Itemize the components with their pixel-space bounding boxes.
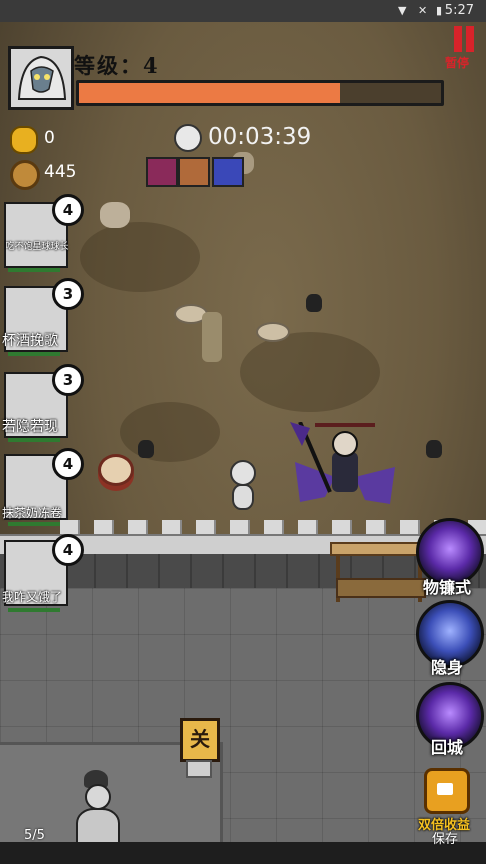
player-avatar[interactable] (8, 46, 74, 110)
clock-icon (174, 124, 202, 152)
claw-skill-icon (146, 157, 178, 187)
return-city-label: 回城 (430, 738, 463, 757)
experience-fill (79, 83, 340, 103)
ally-health-bar (8, 608, 60, 612)
banner-base (186, 760, 212, 778)
save-button[interactable]: 保存 (432, 828, 458, 847)
cat-enemy (426, 440, 442, 458)
monk-npc (72, 770, 122, 842)
ally-name: 抹茶奶冻卷 (2, 506, 63, 520)
dead-tree (202, 312, 222, 362)
cat-enemy (306, 294, 322, 312)
rock-pile (100, 202, 130, 228)
drum-prop (98, 454, 134, 486)
ally-name: 若隐若现 (2, 419, 58, 435)
battery-icon: ▮ (436, 4, 443, 17)
ghost-character-icon (17, 55, 67, 100)
bottom-bar (0, 842, 486, 864)
gold-ingot-icon (10, 126, 38, 154)
ground-patch (240, 332, 380, 412)
copper-coin-icon (10, 160, 40, 190)
wifi-icon: ▼ (398, 4, 407, 17)
pause-icon (454, 26, 462, 52)
pause-icon-bar (466, 26, 474, 52)
ally-level-badge: 4 (52, 194, 84, 226)
city-gate-banner: 关 (180, 718, 220, 762)
gold-value: 0 (44, 128, 55, 148)
ground-patch (120, 402, 220, 462)
lightning-skill-icon (212, 157, 244, 187)
ally-name: 我咋又饿了 (2, 590, 63, 604)
companion-character (226, 460, 256, 510)
ally-health-bar (8, 268, 60, 272)
ally-level-badge: 4 (52, 448, 84, 480)
mute-icon: ✕ (418, 4, 428, 17)
game-timer: 00:03:39 (208, 124, 312, 150)
slash-skill-label: 物镰式 (422, 578, 471, 597)
cat-enemy (138, 440, 154, 458)
double-reward-button[interactable]: 双倍收益 (406, 768, 482, 834)
ally-level-badge: 3 (52, 278, 84, 310)
status-bar: ▼ ✕ ▮ 5:27 (0, 0, 486, 22)
pause-label: 暂停 (445, 56, 470, 70)
player-hero (290, 422, 395, 504)
beast-skill-icon (178, 157, 210, 187)
ground-patch (80, 222, 200, 292)
video-ad-icon (424, 768, 470, 814)
level-label: 等级：4 (74, 53, 160, 78)
page-indicator: 5/5 (24, 828, 45, 843)
ally-health-bar (8, 352, 60, 356)
ally-health-bar (8, 522, 60, 526)
experience-bar (76, 80, 444, 106)
ally-name: 吃不饱星球球长 (5, 242, 69, 252)
ally-health-bar (8, 438, 60, 442)
status-time: 5:27 (444, 3, 474, 18)
ally-level-badge: 4 (52, 534, 84, 566)
pause-button[interactable]: 暂停 (445, 24, 480, 74)
ally-level-badge: 3 (52, 364, 84, 396)
tree-stump (256, 322, 290, 342)
ally-name: 杯酒挽歌 (2, 333, 58, 349)
coin-value: 445 (44, 162, 77, 182)
stealth-skill-label: 隐身 (430, 658, 463, 677)
